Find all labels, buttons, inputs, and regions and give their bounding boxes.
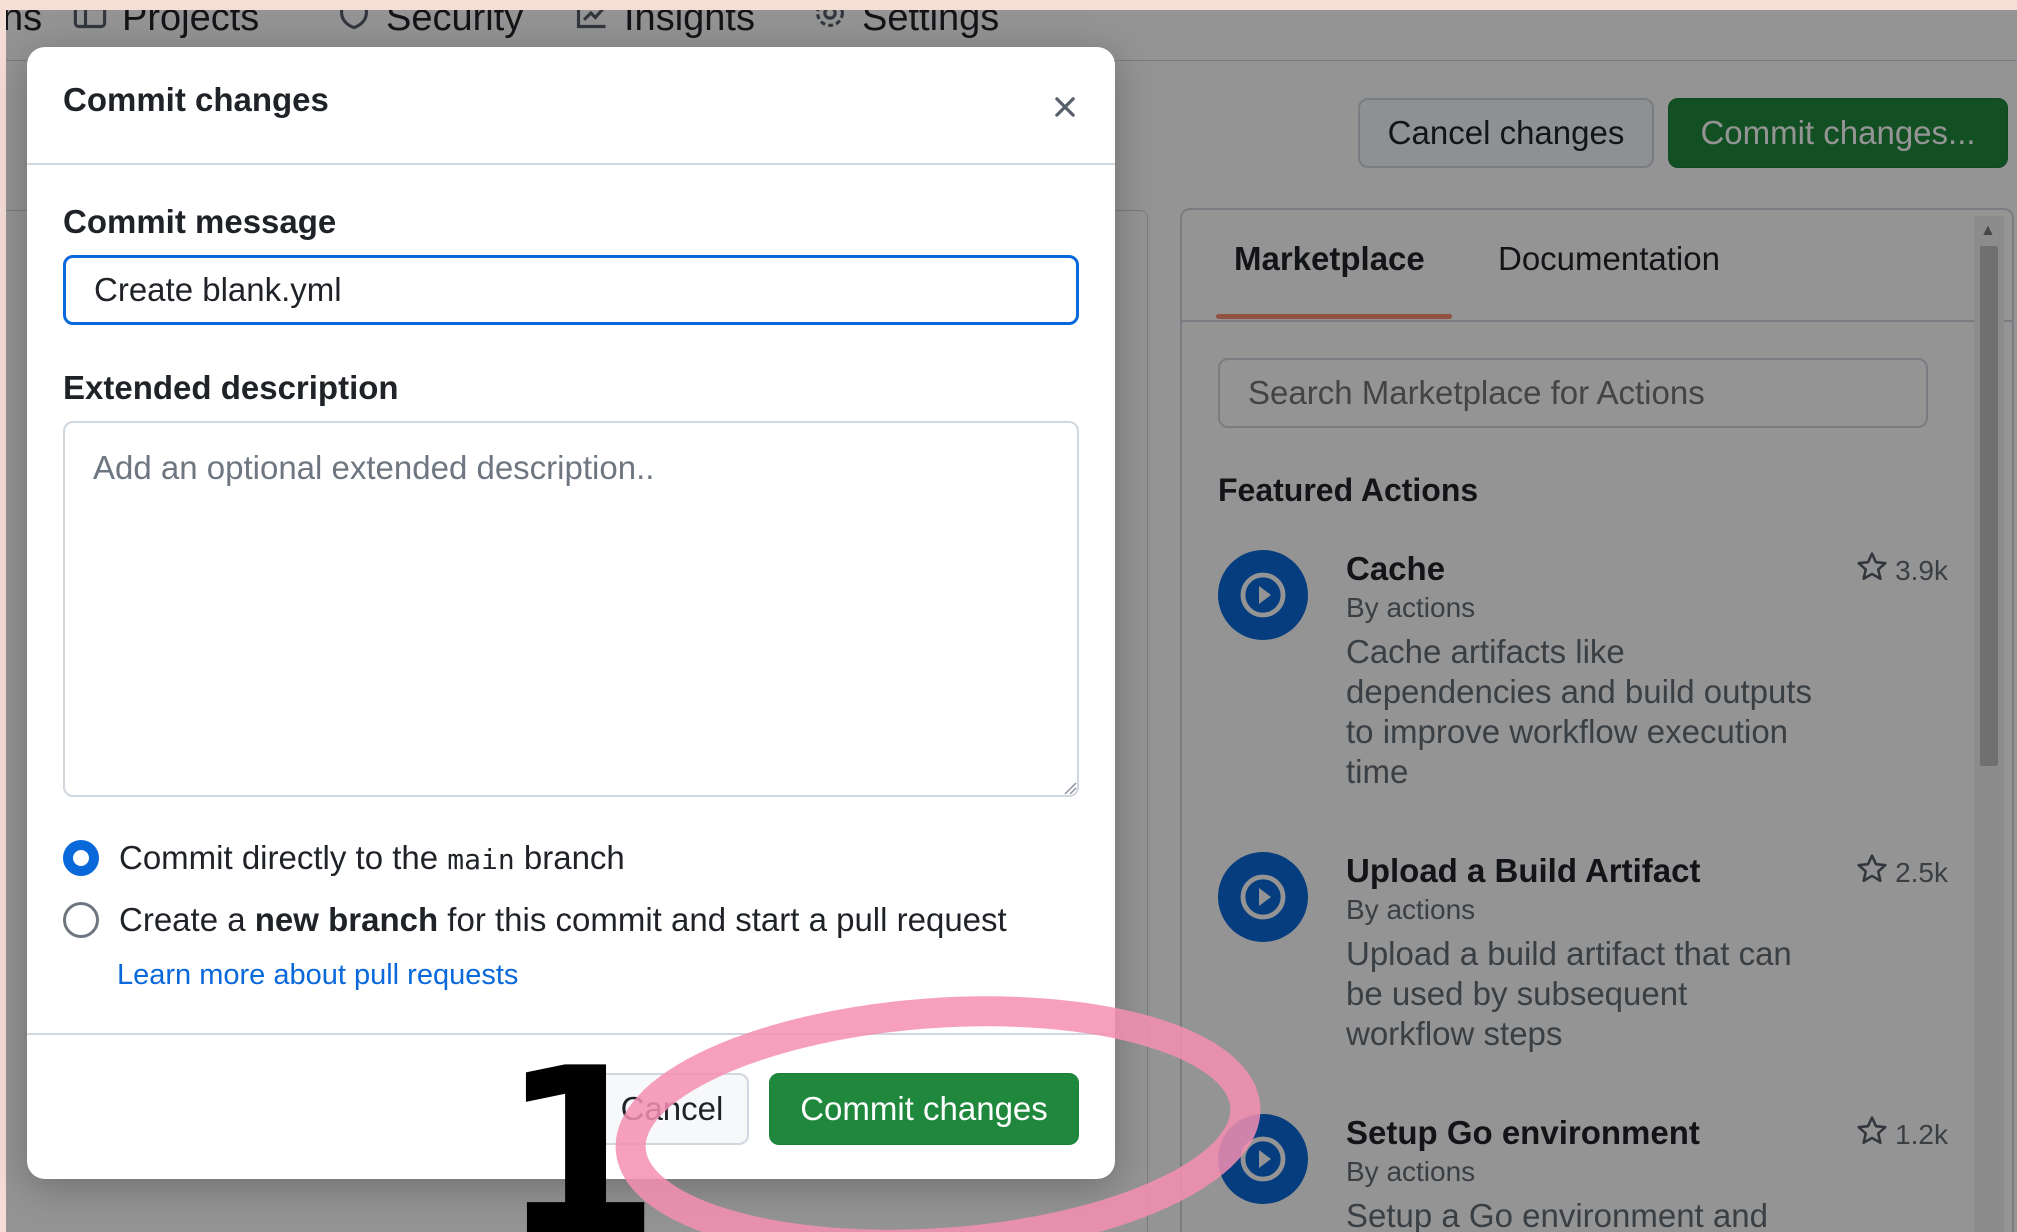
commit-direct-option[interactable]: Commit directly to the main branch: [63, 839, 625, 877]
commit-message-input[interactable]: [63, 255, 1079, 325]
branch-name: main: [447, 843, 515, 876]
commit-direct-label: Commit directly to the main branch: [119, 839, 625, 877]
dialog-title: Commit changes: [63, 81, 329, 118]
dialog-header: Commit changes: [27, 47, 1115, 165]
new-branch-label: Create a new branch for this commit and …: [119, 901, 1007, 939]
option-text: for this commit and start a pull request: [447, 901, 1007, 938]
extended-description-textarea[interactable]: [63, 421, 1079, 797]
learn-more-link[interactable]: Learn more about pull requests: [117, 959, 518, 992]
close-icon: [1052, 94, 1078, 125]
footer-divider: [27, 1033, 1115, 1035]
radio-new-branch[interactable]: [63, 902, 99, 938]
cancel-button[interactable]: Cancel: [595, 1073, 749, 1145]
commit-changes-button[interactable]: Commit changes: [769, 1073, 1079, 1145]
new-branch-option[interactable]: Create a new branch for this commit and …: [63, 901, 1007, 939]
option-text: Create a: [119, 901, 246, 938]
extended-description-label: Extended description: [63, 369, 399, 406]
option-bold-text: new branch: [254, 901, 439, 938]
commit-changes-dialog: Commit changes Commit message Extended d…: [27, 47, 1115, 1179]
option-text: Commit directly to the: [119, 839, 439, 876]
option-text: branch: [523, 839, 625, 876]
commit-message-label: Commit message: [63, 203, 337, 240]
radio-direct[interactable]: [63, 840, 99, 876]
resize-handle-icon[interactable]: [1063, 781, 1077, 795]
close-button[interactable]: [1043, 87, 1087, 131]
